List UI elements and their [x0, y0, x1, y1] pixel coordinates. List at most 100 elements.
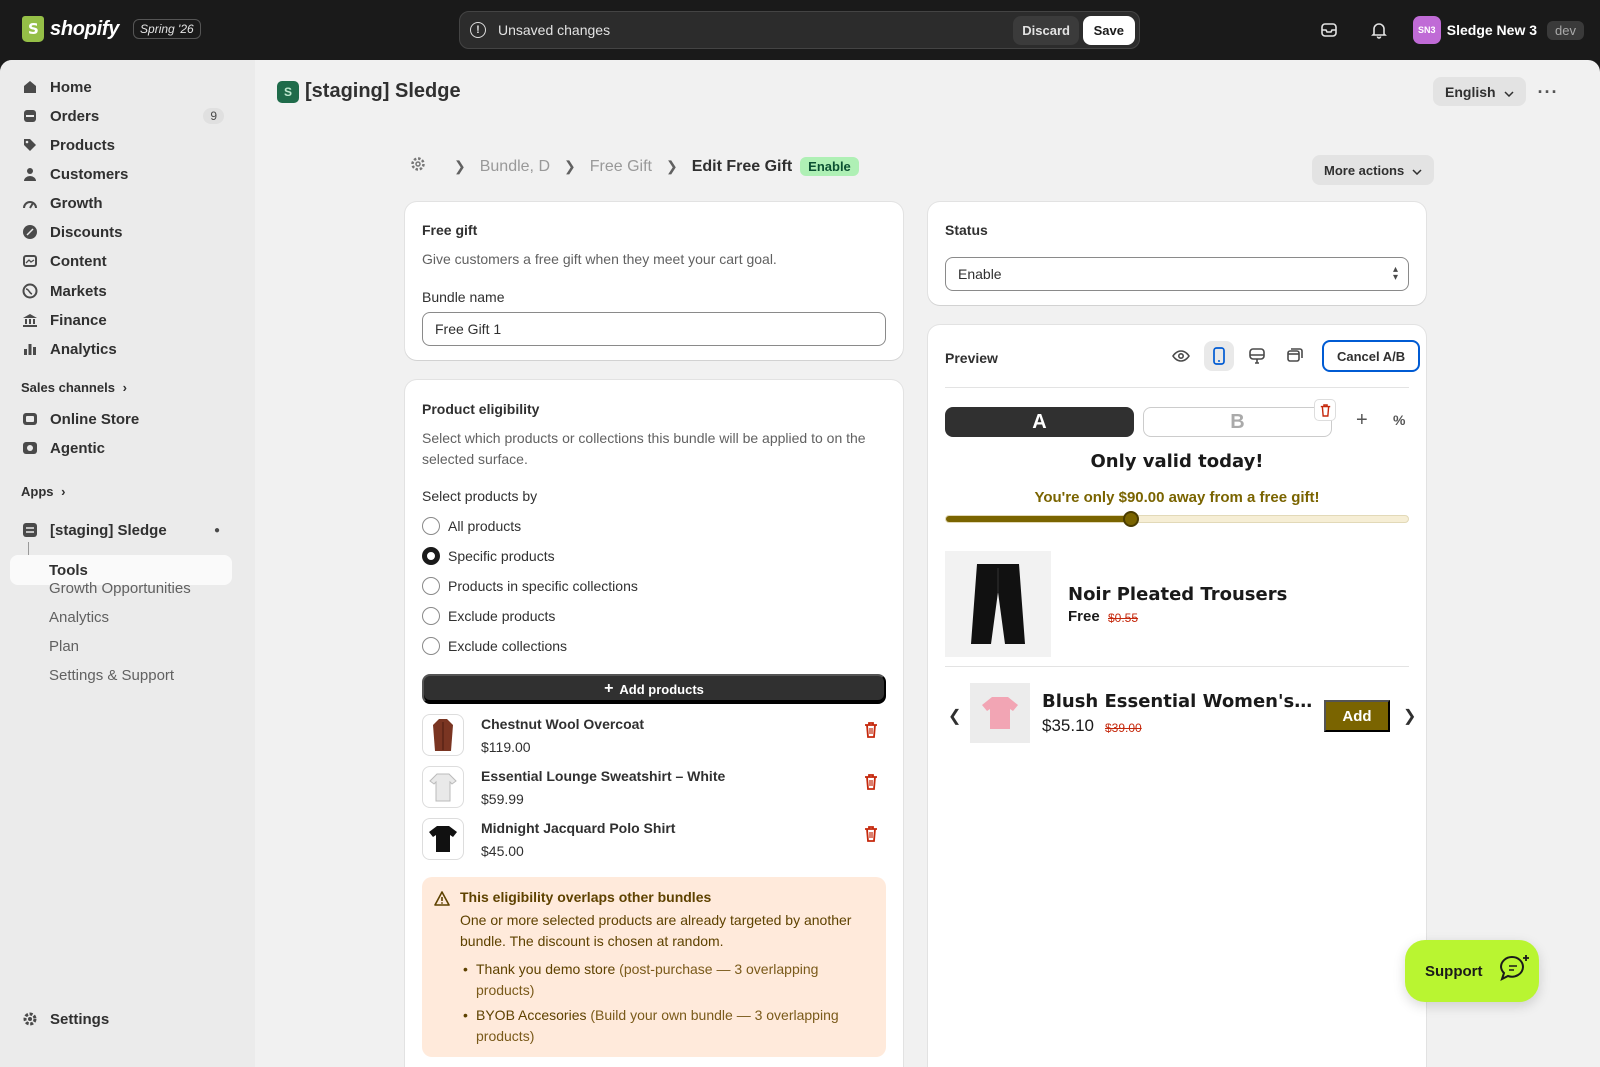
admin-frame: Home Orders 9 Products Customers Growth … — [0, 60, 1600, 1067]
sidebar-item-markets[interactable]: Markets — [10, 276, 232, 306]
globe-icon — [22, 283, 38, 299]
pin-dot-icon[interactable]: ● — [214, 525, 220, 536]
language-select[interactable]: English — [1433, 77, 1526, 106]
radio-all-products[interactable]: All products — [422, 517, 521, 535]
warning-title: This eligibility overlaps other bundles — [460, 889, 712, 905]
sidebar-item-orders[interactable]: Orders 9 — [10, 101, 232, 131]
upsell-add-button[interactable]: Add — [1324, 700, 1390, 732]
sidebar-item-label: Content — [50, 252, 107, 270]
radio-specific-products[interactable]: Specific products — [422, 547, 555, 565]
sidebar-item-agentic[interactable]: Agentic — [10, 433, 232, 463]
app-header: S [staging] Sledge — [277, 80, 461, 103]
overlap-bundle-link[interactable]: BYOB Accesories — [476, 1007, 587, 1023]
cancel-ab-button[interactable]: Cancel A/B — [1322, 340, 1421, 372]
chevron-down-icon — [1504, 84, 1514, 100]
more-actions-button[interactable]: More actions — [1312, 155, 1435, 185]
radio-exclude-collections[interactable]: Exclude collections — [422, 637, 567, 655]
sidebar-item-label: Discounts — [50, 223, 123, 241]
promo-title: Only valid today! — [1090, 451, 1264, 472]
sidebar-item-app-analytics[interactable]: Analytics — [49, 609, 109, 626]
language-label: English — [1445, 83, 1496, 100]
status-select[interactable]: Enable ▴ ▾ — [945, 257, 1409, 291]
sidebar-item-discounts[interactable]: Discounts — [10, 217, 232, 247]
variant-a-tab[interactable]: A — [945, 407, 1134, 437]
radio-button-selected[interactable] — [422, 547, 440, 565]
save-button[interactable]: Save — [1082, 16, 1135, 45]
windows-icon[interactable] — [1280, 341, 1310, 371]
card-description: Select which products or collections thi… — [422, 430, 866, 467]
upsell-product-name: Blush Essential Women's Polo Shirt — [1042, 691, 1316, 712]
sidebar-item-label: Products — [50, 136, 116, 154]
sidebar-item-app-sledge[interactable]: [staging] Sledge ● — [10, 515, 232, 545]
gift-original-price: $0.55 — [1108, 611, 1139, 625]
breadcrumb-free-gift[interactable]: Free Gift — [590, 158, 652, 176]
bundle-name-input[interactable]: Free Gift 1 — [422, 312, 886, 346]
chevron-left-icon[interactable]: ❮ — [948, 706, 961, 726]
trash-icon[interactable] — [1314, 399, 1336, 421]
desktop-icon[interactable] — [1242, 341, 1272, 371]
sidebar-item-content[interactable]: Content — [10, 246, 232, 276]
overlap-bundle-link[interactable]: Thank you demo store — [476, 961, 615, 977]
settings-cog-icon[interactable] — [410, 156, 426, 177]
sidebar-item-label: Finance — [50, 311, 107, 329]
store-name: Sledge New 3 — [1446, 22, 1538, 38]
sidebar-item-online-store[interactable]: Online Store — [10, 404, 232, 434]
sidebar-item-label: Settings — [50, 1010, 110, 1028]
select-by-label: Select products by — [422, 488, 538, 504]
eye-icon[interactable] — [1166, 341, 1196, 371]
split-percent-icon[interactable]: % — [1393, 412, 1405, 428]
polo-thumbnail — [422, 818, 464, 860]
sidebar-item-growth[interactable]: Growth — [10, 188, 232, 218]
edition-badge: Spring '26 — [133, 19, 201, 39]
sidebar-item-label: Growth — [50, 194, 103, 212]
product-row: Chestnut Wool Overcoat $119.00 — [422, 714, 886, 760]
radio-button[interactable] — [422, 577, 440, 595]
content-icon — [22, 253, 38, 269]
sidebar-item-home[interactable]: Home — [10, 72, 232, 102]
sidebar-item-analytics[interactable]: Analytics — [10, 334, 232, 364]
more-menu-icon[interactable]: ··· — [1534, 78, 1562, 106]
store-switcher[interactable]: SN3 Sledge New 3 dev — [1412, 16, 1584, 44]
sales-channels-heading[interactable]: Sales channels › — [21, 380, 127, 395]
discount-icon — [22, 224, 38, 240]
growth-icon — [22, 195, 38, 211]
trash-icon[interactable] — [864, 722, 878, 741]
sidebar-item-plan[interactable]: Plan — [49, 638, 79, 655]
radio-exclude-products[interactable]: Exclude products — [422, 607, 555, 625]
discard-button[interactable]: Discard — [1013, 16, 1079, 45]
sales-channels-label: Sales channels — [21, 380, 115, 395]
sidebar-item-growth-opportunities[interactable]: Growth Opportunities — [49, 580, 191, 597]
apps-label: Apps — [21, 484, 54, 499]
status-card: Status Enable ▴ ▾ — [928, 202, 1426, 305]
trash-icon[interactable] — [864, 774, 878, 793]
chevron-right-icon[interactable]: ❯ — [1403, 706, 1416, 726]
bell-icon[interactable] — [1363, 14, 1395, 46]
gear-icon — [22, 1011, 38, 1027]
radio-label: Specific products — [448, 548, 555, 564]
progress-knob — [1122, 511, 1139, 527]
radio-specific-collections[interactable]: Products in specific collections — [422, 577, 638, 595]
apps-heading[interactable]: Apps › — [21, 484, 65, 499]
list-item: Thank you demo store (post-purchase — 3 … — [460, 959, 860, 1001]
chevron-right-icon: ❯ — [564, 158, 576, 174]
add-variant-icon[interactable]: + — [1356, 409, 1368, 432]
sidebar-item-settings[interactable]: Settings — [10, 1004, 232, 1034]
sidebar-item-products[interactable]: Products — [10, 130, 232, 160]
radio-button[interactable] — [422, 637, 440, 655]
sidebar-item-customers[interactable]: Customers — [10, 159, 232, 189]
sidebar-item-finance[interactable]: Finance — [10, 305, 232, 335]
sidebar-item-settings-support[interactable]: Settings & Support — [49, 667, 174, 684]
radio-button[interactable] — [422, 517, 440, 535]
mobile-icon[interactable] — [1204, 341, 1234, 371]
add-products-button[interactable]: + Add products — [422, 674, 886, 704]
bar-chart-icon — [22, 341, 38, 357]
breadcrumb-bundles[interactable]: Bundle, D — [480, 158, 550, 176]
inbox-icon[interactable] — [1313, 14, 1345, 46]
trash-icon[interactable] — [864, 826, 878, 845]
shopify-logo[interactable]: shopify Spring '26 — [22, 16, 201, 42]
radio-button[interactable] — [422, 607, 440, 625]
support-button[interactable]: Support — [1405, 940, 1539, 1002]
brand-name: shopify — [50, 17, 120, 40]
home-icon — [22, 79, 38, 95]
variant-b-tab[interactable]: B — [1143, 407, 1332, 437]
